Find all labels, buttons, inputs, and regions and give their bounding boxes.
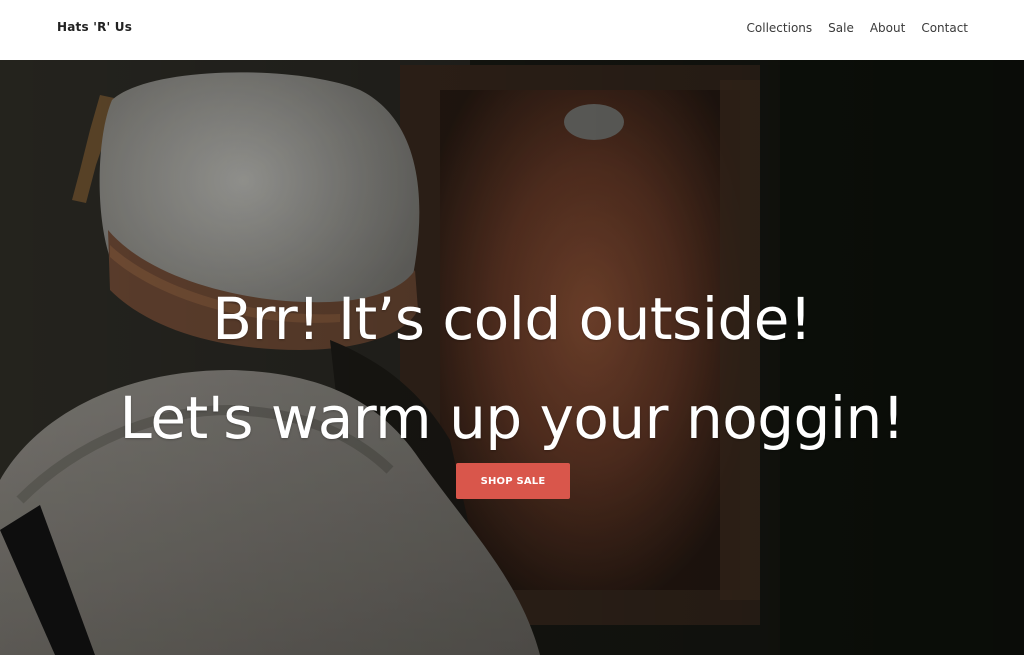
hero-background-image [0, 60, 1024, 655]
nav-link-sale[interactable]: Sale [828, 21, 854, 35]
brand-logo[interactable]: Hats 'R' Us [57, 20, 132, 34]
nav-link-contact[interactable]: Contact [921, 21, 968, 35]
shop-sale-button[interactable]: SHOP SALE [456, 463, 570, 499]
nav-link-about[interactable]: About [870, 21, 905, 35]
main-nav: Collections Sale About Contact [747, 21, 968, 35]
site-header: Hats 'R' Us Collections Sale About Conta… [0, 0, 1024, 60]
hero-headline-line2: Let's warm up your noggin! [119, 383, 905, 452]
hero-banner: Brr! It’s cold outside! Let's warm up yo… [0, 60, 1024, 655]
hero-headline-line1: Brr! It’s cold outside! [212, 284, 812, 353]
nav-link-collections[interactable]: Collections [747, 21, 813, 35]
